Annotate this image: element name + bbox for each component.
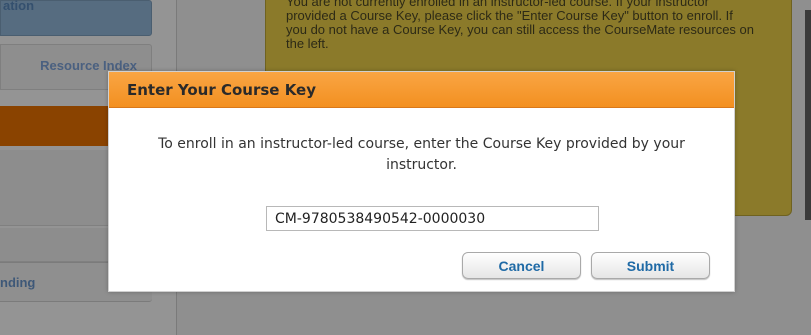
course-key-input[interactable] bbox=[266, 206, 599, 231]
dialog-button-row: Cancel Submit bbox=[462, 252, 710, 279]
submit-button[interactable]: Submit bbox=[591, 252, 710, 279]
page: ation Resource Index nding You are not c… bbox=[0, 0, 811, 335]
dialog-message: To enroll in an instructor-led course, e… bbox=[158, 136, 685, 173]
cancel-button[interactable]: Cancel bbox=[462, 252, 581, 279]
sidebar-item-top-label: ation bbox=[3, 0, 35, 13]
enrollment-info-text: You are not currently enrolled in an ins… bbox=[286, 0, 755, 51]
dialog-header: Enter Your Course Key bbox=[109, 72, 734, 108]
dialog-title: Enter Your Course Key bbox=[127, 80, 317, 99]
dialog-body: To enroll in an instructor-led course, e… bbox=[109, 134, 734, 231]
course-key-dialog: Enter Your Course Key To enroll in an in… bbox=[108, 71, 735, 292]
sidebar-item-pending-label: nding bbox=[0, 275, 36, 290]
sidebar-item-top: ation bbox=[0, 0, 152, 36]
right-edge-panel bbox=[805, 10, 811, 220]
